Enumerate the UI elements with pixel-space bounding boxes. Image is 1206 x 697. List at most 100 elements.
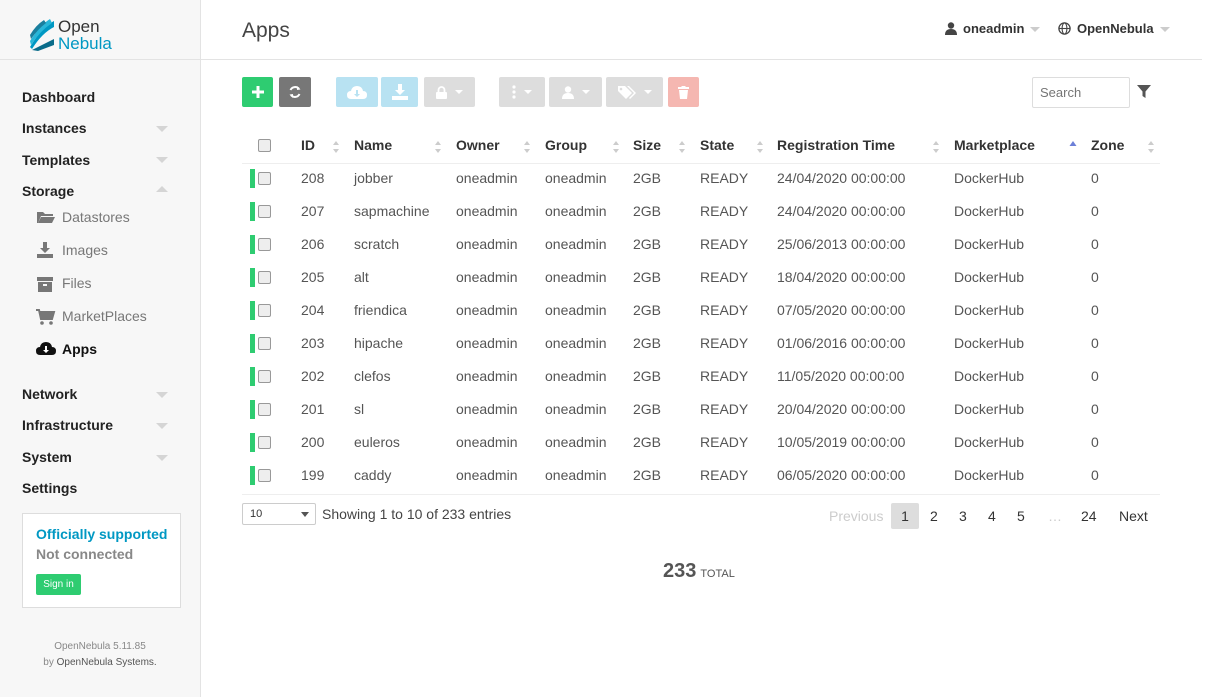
row-checkbox[interactable] xyxy=(258,436,271,449)
sort-icon[interactable] xyxy=(678,140,686,154)
cell-size: 2GB xyxy=(633,368,662,384)
sidebar-item-network[interactable]: Network xyxy=(22,386,77,402)
sidebar-item-instances[interactable]: Instances xyxy=(22,120,87,136)
cell-size: 2GB xyxy=(633,269,662,285)
row-checkbox[interactable] xyxy=(258,271,271,284)
pagination-page-2[interactable]: 2 xyxy=(930,508,938,524)
chevron-down-icon[interactable] xyxy=(156,157,168,163)
column-header-size[interactable]: Size xyxy=(633,137,661,153)
column-header-marketplace[interactable]: Marketplace xyxy=(954,137,1035,153)
row-checkbox[interactable] xyxy=(258,337,271,350)
column-header-name[interactable]: Name xyxy=(354,137,392,153)
lock-menu-button[interactable] xyxy=(424,77,475,107)
opennebula-systems-link[interactable]: OpenNebula Systems. xyxy=(57,657,157,668)
cell-name: hipache xyxy=(354,335,404,351)
delete-button[interactable] xyxy=(668,77,699,107)
support-panel: Officially supported Not connected Sign … xyxy=(22,513,181,608)
cell-owner: oneadmin xyxy=(456,236,518,252)
sidebar-item-images[interactable]: Images xyxy=(62,242,108,258)
sidebar-item-templates[interactable]: Templates xyxy=(22,152,90,168)
column-header-state[interactable]: State xyxy=(700,137,734,153)
row-checkbox[interactable] xyxy=(258,304,271,317)
sort-icon[interactable] xyxy=(523,140,531,154)
user-icon xyxy=(561,85,574,99)
row-checkbox[interactable] xyxy=(258,238,271,251)
column-header-owner[interactable]: Owner xyxy=(456,137,500,153)
row-checkbox[interactable] xyxy=(258,403,271,416)
sort-icon[interactable] xyxy=(932,140,940,154)
sign-in-button[interactable]: Sign in xyxy=(36,574,81,595)
actions-menu-button[interactable] xyxy=(499,77,545,107)
zone-name: OpenNebula xyxy=(1077,21,1154,36)
column-header-group[interactable]: Group xyxy=(545,137,587,153)
cell-state: READY xyxy=(700,203,749,219)
cell-name: friendica xyxy=(354,302,407,318)
row-checkbox[interactable] xyxy=(258,370,271,383)
ownership-menu-button[interactable] xyxy=(549,77,602,107)
globe-icon xyxy=(1058,22,1071,35)
cell-id: 200 xyxy=(301,434,325,450)
version-credit-prefix: by xyxy=(43,657,57,668)
cell-registration-time: 01/06/2016 00:00:00 xyxy=(777,335,906,351)
sidebar-item-settings[interactable]: Settings xyxy=(22,480,77,496)
zone-menu[interactable]: OpenNebula xyxy=(1058,21,1170,36)
download-button[interactable] xyxy=(381,77,418,107)
more-vertical-icon xyxy=(512,85,516,99)
labels-menu-button[interactable] xyxy=(606,77,663,107)
download-icon xyxy=(391,84,408,100)
column-header-zone[interactable]: Zone xyxy=(1091,137,1124,153)
row-checkbox[interactable] xyxy=(258,172,271,185)
pagination-previous[interactable]: Previous xyxy=(829,508,883,524)
row-checkbox[interactable] xyxy=(258,469,271,482)
user-menu[interactable]: oneadmin xyxy=(945,21,1041,36)
cell-size: 2GB xyxy=(633,335,662,351)
cell-owner: oneadmin xyxy=(456,368,518,384)
support-status: Not connected xyxy=(36,546,134,562)
logo[interactable]: Open Nebula xyxy=(0,0,200,60)
column-header-id[interactable]: ID xyxy=(301,137,315,153)
sort-ascending-icon[interactable] xyxy=(1069,140,1077,154)
chevron-down-icon[interactable] xyxy=(156,392,168,398)
sidebar-item-marketplaces[interactable]: MarketPlaces xyxy=(62,308,147,324)
sort-icon[interactable] xyxy=(434,140,442,154)
sidebar-item-system[interactable]: System xyxy=(22,449,72,465)
pagination-page-5[interactable]: 5 xyxy=(1017,508,1025,524)
search-input[interactable] xyxy=(1032,77,1130,108)
sidebar-item-datastores[interactable]: Datastores xyxy=(62,209,130,225)
create-button[interactable] xyxy=(242,77,273,107)
filter-icon[interactable] xyxy=(1137,85,1151,99)
sort-icon[interactable] xyxy=(612,140,620,154)
pagination-next[interactable]: Next xyxy=(1119,508,1148,524)
cell-id: 206 xyxy=(301,236,325,252)
cell-zone: 0 xyxy=(1091,236,1099,252)
header-divider xyxy=(242,163,1160,164)
chevron-up-icon[interactable] xyxy=(156,186,168,192)
chevron-down-icon[interactable] xyxy=(156,455,168,461)
pagination-page-last[interactable]: 24 xyxy=(1081,508,1097,524)
refresh-button[interactable] xyxy=(279,77,311,107)
sort-icon[interactable] xyxy=(332,140,340,154)
cell-group: oneadmin xyxy=(545,368,607,384)
cell-id: 205 xyxy=(301,269,325,285)
export-button[interactable] xyxy=(336,77,378,107)
pagination-page-4[interactable]: 4 xyxy=(988,508,996,524)
sort-icon[interactable] xyxy=(1147,140,1155,154)
sort-icon[interactable] xyxy=(756,140,764,154)
sidebar-item-apps[interactable]: Apps xyxy=(62,341,97,357)
pagination-page-3[interactable]: 3 xyxy=(959,508,967,524)
column-header-registration-time[interactable]: Registration Time xyxy=(777,137,895,153)
select-all-checkbox[interactable] xyxy=(258,139,271,152)
chevron-down-icon xyxy=(581,90,590,94)
cell-name: sapmachine xyxy=(354,203,430,219)
sidebar-item-files[interactable]: Files xyxy=(62,275,92,291)
sidebar-item-infrastructure[interactable]: Infrastructure xyxy=(22,417,113,433)
chevron-down-icon[interactable] xyxy=(156,126,168,132)
chevron-down-icon[interactable] xyxy=(156,423,168,429)
cell-name: alt xyxy=(354,269,369,285)
page-length-select[interactable]: 10 xyxy=(242,503,316,525)
cell-marketplace: DockerHub xyxy=(954,269,1025,285)
row-checkbox[interactable] xyxy=(258,205,271,218)
sidebar-item-dashboard[interactable]: Dashboard xyxy=(22,89,95,105)
pagination-page-1[interactable]: 1 xyxy=(891,503,919,529)
sidebar-item-storage[interactable]: Storage xyxy=(22,183,74,199)
